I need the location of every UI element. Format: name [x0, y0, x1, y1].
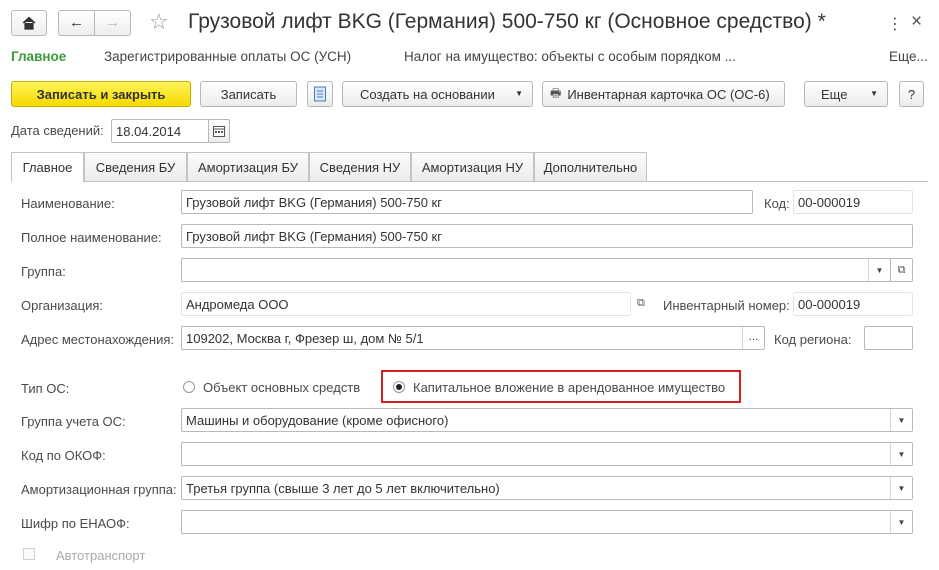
arrow-right-icon: →	[105, 14, 120, 31]
code-value: 00-000019	[798, 195, 861, 210]
back-button[interactable]: ←	[58, 10, 95, 36]
tab-additional[interactable]: Дополнительно	[534, 152, 647, 181]
name-value: Грузовой лифт BKG (Германия) 500-750 кг	[186, 195, 442, 210]
accounting-group-field[interactable]: Машины и оборудование (кроме офисного) ▼	[181, 408, 913, 432]
tab-main[interactable]: Главное	[11, 152, 84, 182]
inventory-number-value: 00-000019	[798, 297, 861, 312]
save-button[interactable]: Записать	[200, 81, 297, 107]
chevron-down-icon: ▼	[897, 517, 906, 527]
info-date-value: 18.04.2014	[116, 124, 182, 139]
more-actions-button[interactable]: Еще ▼	[804, 81, 888, 107]
group-label: Группа:	[21, 264, 66, 279]
open-icon: ⧉	[897, 263, 906, 276]
vehicle-checkbox[interactable]	[23, 548, 35, 560]
os-type-radio-capital-investment[interactable]	[393, 381, 405, 393]
more-actions-label: Еще	[821, 86, 848, 102]
address-value: 109202, Москва г, Фрезер ш, дом № 5/1	[186, 331, 424, 346]
ellipsis-icon: ...	[748, 329, 759, 343]
organization-value: Андромеда ООО	[186, 297, 289, 312]
os-type-option-capital-investment[interactable]: Капитальное вложение в арендованное имущ…	[413, 380, 725, 395]
depreciation-group-value: Третья группа (свыше 3 лет до 5 лет вклю…	[186, 481, 500, 496]
organization-field[interactable]: Андромеда ООО	[181, 292, 631, 316]
name-field[interactable]: Грузовой лифт BKG (Германия) 500-750 кг	[181, 190, 753, 214]
okof-field[interactable]: ▼	[181, 442, 913, 466]
chevron-down-icon: ▼	[897, 483, 906, 493]
inventory-number-label: Инвентарный номер:	[663, 298, 790, 313]
vehicle-label: Автотранспорт	[56, 548, 146, 563]
info-date-label: Дата сведений:	[11, 123, 104, 138]
printer-icon: 🖶	[550, 85, 562, 100]
create-based-on-button[interactable]: Создать на основании ▼	[342, 81, 533, 107]
enaof-dropdown-button[interactable]: ▼	[890, 511, 912, 533]
organization-open-icon[interactable]: ⧉	[637, 297, 645, 310]
full-name-label: Полное наименование:	[21, 230, 162, 245]
accounting-group-dropdown-button[interactable]: ▼	[890, 409, 912, 431]
address-field[interactable]: 109202, Москва г, Фрезер ш, дом № 5/1 ..…	[181, 326, 765, 350]
accounting-group-label: Группа учета ОС:	[21, 414, 126, 429]
name-label: Наименование:	[21, 196, 115, 211]
region-code-label: Код региона:	[774, 332, 852, 347]
chevron-down-icon: ▼	[515, 89, 523, 98]
okof-label: Код по ОКОФ:	[21, 448, 106, 463]
create-based-on-label: Создать на основании	[360, 86, 495, 102]
calendar-button[interactable]	[208, 119, 230, 143]
okof-dropdown-button[interactable]: ▼	[890, 443, 912, 465]
calendar-icon	[213, 125, 225, 137]
chevron-down-icon: ▼	[897, 449, 906, 459]
document-list-button[interactable]	[307, 81, 333, 107]
nav-link-main[interactable]: Главное	[11, 49, 66, 64]
organization-label: Организация:	[21, 298, 104, 313]
arrow-left-icon: ←	[69, 14, 84, 31]
inventory-card-button[interactable]: 🖶 Инвентарная карточка ОС (ОС-6)	[542, 81, 785, 107]
group-dropdown-button[interactable]: ▼	[868, 259, 890, 281]
document-list-icon	[314, 86, 326, 102]
window-menu-icon[interactable]: ⋮	[887, 14, 903, 34]
tab-panel-border	[11, 181, 928, 182]
os-type-radio-fixed-asset[interactable]	[183, 381, 195, 393]
nav-link-registered-payments[interactable]: Зарегистрированные оплаты ОС (УСН)	[104, 49, 351, 64]
group-field[interactable]: ▼	[181, 258, 891, 282]
tab-accounting-info[interactable]: Сведения БУ	[84, 152, 187, 181]
code-label: Код:	[764, 196, 790, 211]
nav-link-property-tax[interactable]: Налог на имущество: объекты с особым пор…	[404, 49, 736, 64]
enaof-field[interactable]: ▼	[181, 510, 913, 534]
group-open-button[interactable]: ⧉	[890, 258, 913, 282]
close-icon[interactable]: ×	[911, 11, 922, 33]
chevron-down-icon: ▼	[897, 415, 906, 425]
window-title: Грузовой лифт BKG (Германия) 500-750 кг …	[188, 10, 826, 33]
forward-button[interactable]: →	[94, 10, 131, 36]
home-button[interactable]	[11, 10, 47, 36]
full-name-field[interactable]: Грузовой лифт BKG (Германия) 500-750 кг	[181, 224, 913, 248]
home-icon	[22, 16, 36, 30]
save-and-close-button[interactable]: Записать и закрыть	[11, 81, 191, 107]
help-button[interactable]: ?	[899, 81, 924, 107]
depreciation-group-field[interactable]: Третья группа (свыше 3 лет до 5 лет вклю…	[181, 476, 913, 500]
os-type-option-fixed-asset[interactable]: Объект основных средств	[203, 380, 360, 395]
info-date-field[interactable]: 18.04.2014	[111, 119, 209, 143]
address-label: Адрес местонахождения:	[21, 332, 174, 347]
tab-accounting-depreciation[interactable]: Амортизация БУ	[187, 152, 309, 181]
inventory-card-label: Инвентарная карточка ОС (ОС-6)	[567, 86, 770, 102]
tab-tax-info[interactable]: Сведения НУ	[309, 152, 411, 181]
address-select-button[interactable]: ...	[742, 327, 764, 349]
chevron-down-icon: ▼	[875, 265, 884, 275]
tab-tax-depreciation[interactable]: Амортизация НУ	[411, 152, 534, 181]
inventory-number-field[interactable]: 00-000019	[793, 292, 913, 316]
favorite-star-icon[interactable]: ☆	[149, 9, 169, 35]
nav-link-more[interactable]: Еще...	[889, 49, 928, 64]
enaof-label: Шифр по ЕНАОФ:	[21, 516, 130, 531]
depreciation-group-label: Амортизационная группа:	[21, 482, 177, 497]
region-code-field[interactable]	[864, 326, 913, 350]
os-type-label: Тип ОС:	[21, 381, 70, 396]
full-name-value: Грузовой лифт BKG (Германия) 500-750 кг	[186, 229, 442, 244]
accounting-group-value: Машины и оборудование (кроме офисного)	[186, 413, 449, 428]
chevron-down-icon: ▼	[870, 89, 878, 98]
depreciation-group-dropdown-button[interactable]: ▼	[890, 477, 912, 499]
code-field[interactable]: 00-000019	[793, 190, 913, 214]
